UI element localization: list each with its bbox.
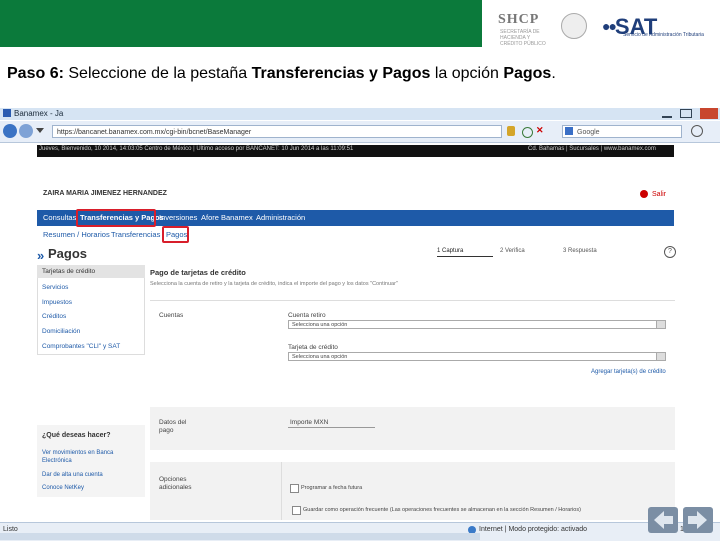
left-menu-item-comprobantes[interactable]: Comprobantes "CLI" y SAT bbox=[42, 343, 120, 350]
subnav-resumen-horarios[interactable]: Resumen / Horarios bbox=[43, 230, 110, 239]
step-1-captura: 1 Captura bbox=[437, 248, 464, 254]
mexico-seal-icon bbox=[561, 13, 587, 39]
instruction-title: Paso 6: Seleccione de la pestaña Transfe… bbox=[7, 65, 556, 83]
security-zone: Internet | Modo protegido: activado bbox=[479, 526, 588, 533]
guardar-checkbox[interactable] bbox=[292, 506, 301, 515]
arrow-right-icon bbox=[688, 511, 707, 529]
left-menu-item-domiciliacion[interactable]: Domiciliación bbox=[42, 328, 80, 335]
form-title: Pago de tarjetas de crédito bbox=[150, 268, 246, 277]
forward-button-icon[interactable] bbox=[19, 124, 33, 138]
shcp-logo: SHCP bbox=[498, 12, 540, 27]
user-name: ZAIRA MARIA JIMENEZ HERNANDEZ bbox=[43, 190, 167, 197]
left-menu-item-impuestos[interactable]: Impuestos bbox=[42, 299, 72, 306]
left-menu-item-servicios[interactable]: Servicios bbox=[42, 284, 68, 291]
programar-checkbox[interactable] bbox=[290, 484, 299, 493]
arrow-left-icon bbox=[654, 511, 673, 529]
shcp-subtitle: SECRETARÍA DE HACIENDA Y CRÉDITO PÚBLICO bbox=[500, 29, 546, 47]
left-menu bbox=[37, 265, 145, 355]
google-icon bbox=[565, 127, 573, 135]
tab-inversiones[interactable]: Inversiones bbox=[159, 213, 197, 222]
opciones-divider bbox=[281, 462, 282, 520]
datos-pago-section bbox=[150, 407, 675, 450]
banner-welcome: Jueves, Bienvenido, 10 2014, 14:03:05 Ce… bbox=[39, 146, 354, 152]
banner-links[interactable]: Cd. Bahamas | Sucursales | www.banamex.c… bbox=[528, 146, 656, 152]
lock-icon[interactable] bbox=[507, 126, 515, 136]
window-title: Banamex - Ja bbox=[14, 109, 64, 118]
step-active-underline bbox=[437, 256, 493, 257]
instruction-text-1: Seleccione de la pestaña bbox=[63, 65, 252, 82]
cuenta-retiro-select[interactable]: Selecciona una opción bbox=[288, 320, 666, 329]
history-dropdown-icon[interactable] bbox=[36, 128, 44, 133]
programar-label: Programar a fecha futura bbox=[301, 485, 363, 491]
highlight-box-tab bbox=[76, 209, 156, 227]
chevron-down-icon bbox=[656, 353, 665, 360]
logout-link[interactable]: Salir bbox=[652, 191, 666, 198]
opciones-label: Opciones adicionales bbox=[159, 476, 192, 491]
refresh-icon[interactable] bbox=[522, 127, 533, 138]
importe-label: Importe MXN bbox=[290, 419, 329, 426]
importe-input[interactable] bbox=[288, 427, 375, 428]
instruction-text-3: . bbox=[551, 65, 556, 82]
header-green-band bbox=[0, 0, 482, 47]
datos-pago-label: Datos del pago bbox=[159, 419, 187, 434]
step-label: Paso 6: bbox=[7, 65, 64, 82]
tab-administracion[interactable]: Administración bbox=[256, 213, 305, 222]
search-box[interactable]: Google bbox=[562, 125, 682, 138]
ie-icon bbox=[3, 109, 11, 117]
page-title-arrow: » bbox=[37, 248, 45, 263]
agregar-tarjeta-link[interactable]: Agregar tarjeta(s) de crédito bbox=[591, 369, 666, 375]
maximize-icon[interactable] bbox=[680, 109, 692, 118]
form-description: Selecciona la cuenta de retiro y la tarj… bbox=[150, 281, 398, 287]
tab-consultas[interactable]: Consultas bbox=[43, 213, 76, 222]
tarjeta-credito-select[interactable]: Selecciona una opción bbox=[288, 352, 666, 361]
step-2-verifica: 2 Verifica bbox=[500, 248, 525, 254]
step-3-respuesta: 3 Respuesta bbox=[563, 248, 597, 254]
quick-actions-title: ¿Qué deseas hacer? bbox=[42, 432, 111, 439]
status-text: Listo bbox=[3, 526, 18, 533]
subnav-transferencias[interactable]: Transferencias bbox=[111, 230, 160, 239]
search-go-icon[interactable] bbox=[691, 125, 703, 137]
close-window-icon[interactable] bbox=[700, 108, 718, 119]
cuentas-label: Cuentas bbox=[159, 312, 184, 319]
sat-subtitle: Servicio de Administración Tributaria bbox=[623, 32, 704, 38]
next-slide-button[interactable] bbox=[683, 507, 713, 533]
help-icon[interactable]: ? bbox=[664, 246, 676, 258]
cuenta-retiro-label: Cuenta retiro bbox=[288, 312, 326, 319]
left-menu-item-tarjetas[interactable]: Tarjetas de crédito bbox=[42, 268, 95, 275]
instruction-text-2: la opción bbox=[430, 65, 504, 82]
cuenta-retiro-value: Selecciona una opción bbox=[292, 322, 348, 328]
tarjeta-credito-value: Selecciona una opción bbox=[292, 354, 348, 360]
url-field[interactable]: https://bancanet.banamex.com.mx/cgi-bin/… bbox=[52, 125, 502, 138]
instruction-option-name: Pagos bbox=[503, 65, 552, 82]
quick-action-alta-cuenta[interactable]: Dar de alta una cuenta bbox=[42, 471, 142, 479]
stop-icon[interactable]: ✕ bbox=[536, 125, 544, 136]
highlight-box-pagos bbox=[162, 226, 189, 243]
chevron-down-icon bbox=[656, 321, 665, 328]
tab-afore-banamex[interactable]: Afore Banamex bbox=[201, 213, 253, 222]
instruction-tab-name: Transferencias y Pagos bbox=[251, 65, 431, 82]
guardar-label: Guardar como operación frecuente (Las op… bbox=[303, 507, 581, 513]
back-button-icon[interactable] bbox=[3, 124, 17, 138]
quick-action-netkey[interactable]: Conoce NetKey bbox=[42, 484, 142, 492]
tarjeta-credito-label: Tarjeta de crédito bbox=[288, 344, 338, 351]
form-divider-1 bbox=[150, 300, 675, 301]
minimize-icon[interactable] bbox=[662, 110, 672, 118]
logout-icon[interactable] bbox=[640, 190, 648, 198]
previous-slide-button[interactable] bbox=[648, 507, 678, 533]
browser-titlebar bbox=[0, 108, 720, 120]
left-menu-item-creditos[interactable]: Créditos bbox=[42, 313, 66, 320]
taskbar-strip bbox=[0, 533, 480, 540]
page-title: Pagos bbox=[48, 246, 88, 261]
quick-action-movimientos[interactable]: Ver movimientos en Banca Electrónica bbox=[42, 449, 142, 465]
